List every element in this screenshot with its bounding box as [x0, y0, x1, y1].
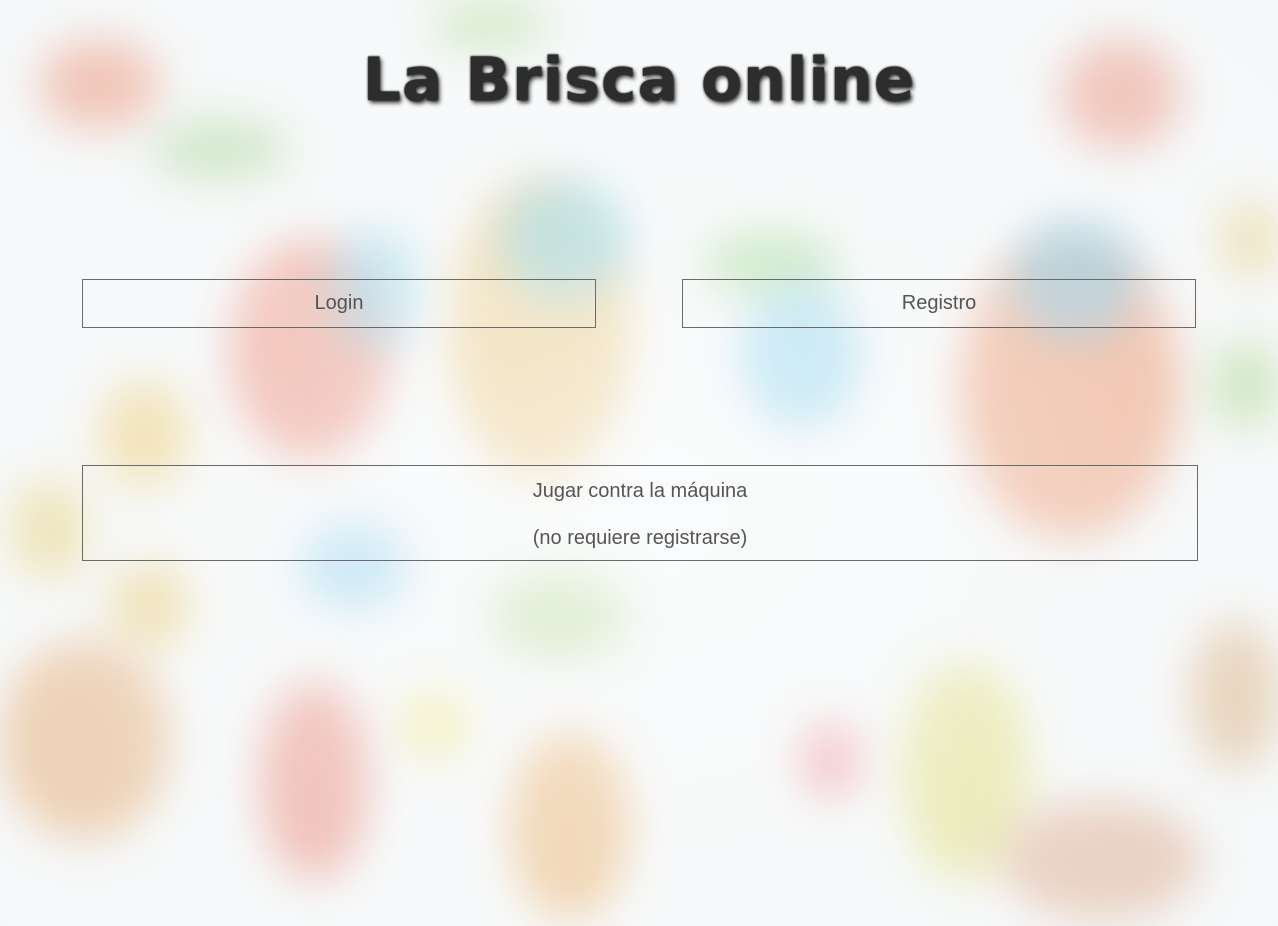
- register-button[interactable]: Registro: [682, 279, 1196, 328]
- play-against-machine-button[interactable]: Jugar contra la máquina (no requiere reg…: [82, 465, 1198, 561]
- play-against-machine-label: Jugar contra la máquina: [532, 480, 748, 502]
- no-registration-note: (no requiere registrarse): [532, 527, 748, 549]
- page-title: La Brisca online: [362, 45, 916, 115]
- login-button[interactable]: Login: [82, 279, 596, 328]
